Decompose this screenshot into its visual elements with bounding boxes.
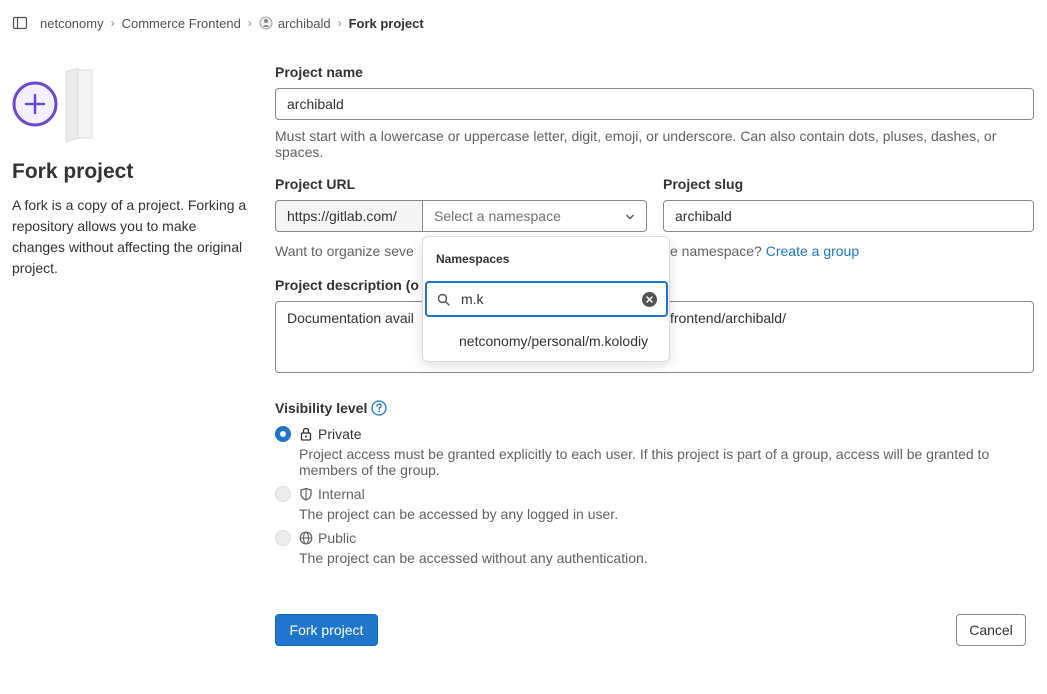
- visibility-internal-text: Internal: [318, 486, 365, 502]
- organize-help-suffix: e namespace?: [670, 243, 762, 259]
- breadcrumb: netconomy › Commerce Frontend › archibal…: [0, 0, 1047, 46]
- cancel-button[interactable]: Cancel: [956, 614, 1026, 646]
- project-description-value-right: frontend/archibald/: [670, 310, 786, 326]
- organize-help-right: e namespace? Create a group: [670, 243, 859, 259]
- chevron-right-icon: ›: [337, 16, 342, 30]
- project-url-label: Project URL: [275, 176, 356, 192]
- search-icon: [437, 293, 450, 306]
- visibility-public-text: Public: [318, 530, 357, 546]
- project-slug-value: archibald: [675, 208, 732, 224]
- sidebar-toggle-icon[interactable]: [12, 15, 28, 31]
- visibility-internal-radio[interactable]: [275, 486, 291, 502]
- visibility-public-label: Public: [299, 530, 356, 546]
- breadcrumb-netconomy[interactable]: netconomy: [40, 16, 104, 31]
- namespace-dropdown-header: Namespaces: [436, 252, 510, 266]
- namespace-select-placeholder: Select a namespace: [434, 208, 561, 224]
- namespace-search-input[interactable]: m.k: [425, 281, 668, 317]
- namespace-dropdown: Namespaces m.k netconomy/personal/m.kolo…: [422, 236, 670, 362]
- clear-icon[interactable]: [642, 292, 657, 307]
- page-description: A fork is a copy of a project. Forking a…: [12, 197, 247, 276]
- visibility-level-text: Visibility level: [275, 400, 368, 416]
- visibility-private-help: Project access must be granted explicitl…: [299, 446, 990, 478]
- project-name-label: Project name: [275, 64, 363, 80]
- visibility-private-radio[interactable]: [275, 426, 291, 442]
- project-slug-input[interactable]: archibald: [663, 200, 1034, 232]
- project-description-value-left: Documentation avail: [287, 310, 414, 326]
- visibility-public-help: The project can be accessed without any …: [299, 550, 648, 566]
- project-avatar-icon: [259, 16, 273, 30]
- question-icon[interactable]: [371, 400, 388, 416]
- namespace-option[interactable]: netconomy/personal/m.kolodiy: [459, 333, 648, 349]
- organize-help-left: Want to organize seve: [275, 243, 414, 259]
- project-slug-label: Project slug: [663, 176, 744, 192]
- page-title: Fork project: [12, 160, 134, 183]
- project-url-prefix: https://gitlab.com/: [275, 200, 423, 232]
- chevron-right-icon: ›: [247, 16, 252, 30]
- globe-icon: [299, 531, 313, 545]
- project-name-value: archibald: [287, 96, 344, 112]
- lock-icon: [300, 427, 312, 441]
- namespace-select[interactable]: Select a namespace: [422, 200, 647, 232]
- visibility-private-text: Private: [318, 426, 362, 442]
- visibility-internal-help: The project can be accessed by any logge…: [299, 506, 619, 522]
- project-description-label: Project description (o: [275, 277, 419, 293]
- visibility-level-label: Visibility level: [275, 400, 388, 416]
- breadcrumb-commerce-frontend[interactable]: Commerce Frontend: [122, 16, 241, 31]
- project-name-help: Must start with a lowercase or uppercase…: [275, 128, 997, 160]
- visibility-private-label: Private: [299, 426, 362, 442]
- namespace-search-value: m.k: [461, 291, 484, 307]
- create-group-link[interactable]: Create a group: [766, 243, 859, 259]
- breadcrumb-archibald[interactable]: archibald: [259, 16, 331, 31]
- breadcrumb-fork-project: Fork project: [348, 15, 424, 31]
- chevron-down-icon: [626, 214, 634, 220]
- fork-illustration-icon: [12, 67, 93, 143]
- chevron-right-icon: ›: [110, 16, 115, 30]
- project-name-input[interactable]: archibald: [275, 88, 1034, 120]
- visibility-internal-label: Internal: [299, 486, 365, 502]
- breadcrumb-archibald-label: archibald: [277, 15, 331, 31]
- visibility-public-radio[interactable]: [275, 530, 291, 546]
- fork-project-button[interactable]: Fork project: [275, 614, 378, 646]
- left-panel: Fork project A fork is a copy of a proje…: [12, 64, 252, 279]
- shield-icon: [300, 487, 312, 501]
